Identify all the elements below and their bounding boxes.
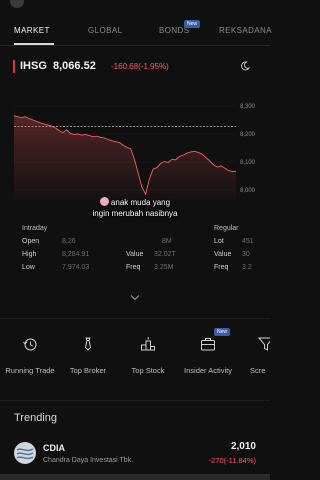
open-value: 8,26	[62, 238, 76, 245]
next-row-edge	[0, 474, 270, 480]
chandra-logo-icon	[16, 448, 34, 460]
trending-title: Trending	[14, 412, 58, 424]
new-badge: New	[184, 20, 201, 28]
lot-label: Lot	[214, 238, 224, 245]
low-value: 7,974.03	[62, 264, 90, 271]
avatar[interactable]	[10, 0, 24, 8]
moon-icon[interactable]	[240, 61, 250, 71]
menu-running-trade[interactable]: Running Trade	[2, 330, 58, 392]
stock-company: Chandra Daya Investasi Tbk.	[43, 457, 134, 464]
menu-screener[interactable]: Scre	[236, 330, 270, 392]
freq-label: Freq	[126, 264, 141, 271]
value-values: 32.02T 3.25M	[154, 248, 176, 274]
regular-header: Regular	[214, 225, 239, 232]
divider	[0, 318, 270, 319]
video-caption: anak muda yang ingin merubah nasibnya	[50, 197, 220, 219]
intraday-labels: Intraday Open High Low	[22, 222, 47, 274]
regular-labels: Regular Lot Value Freq	[214, 222, 239, 274]
index-stats: Intraday Open High Low 8,26 8,284.91 7,9…	[14, 222, 270, 284]
menu-label: Top Stock	[131, 366, 165, 375]
menu-label: Top Broker	[69, 366, 107, 375]
briefcase-icon	[201, 338, 215, 351]
menu-label: Insider Activity	[184, 366, 232, 375]
regular-freq-value: 3.2	[242, 264, 252, 271]
intraday-values: 8,26 8,284.91 7,974.03	[62, 235, 89, 274]
new-badge: New	[214, 328, 231, 336]
value-labels: Value Freq	[126, 248, 143, 274]
regular-value-label: Value	[214, 251, 232, 258]
low-label: Low	[22, 264, 35, 271]
value-value: 32.02T	[154, 251, 176, 258]
filter-icon	[258, 337, 270, 351]
index-name[interactable]: IHSG	[20, 60, 47, 72]
active-tab-indicator	[14, 43, 54, 45]
menu-insider-activity[interactable]: New Insider Activity	[180, 328, 236, 392]
tab-reksadana[interactable]: REKSADANA	[219, 26, 272, 35]
menu-label: Scre	[250, 366, 266, 375]
tab-global[interactable]: GLOBAL	[88, 26, 122, 35]
vol-value: 8M	[162, 238, 172, 245]
y-tick-label: 8,000	[240, 188, 256, 194]
divider	[0, 400, 270, 401]
lot-value: 451	[242, 238, 254, 245]
stock-change: -270(-11.84%)	[208, 456, 256, 465]
y-tick-label: 8,300	[240, 104, 256, 110]
trending-stock-row[interactable]: CDIA Chandra Daya Investasi Tbk. 2,010 -…	[0, 436, 270, 472]
intraday-header: Intraday	[22, 225, 48, 232]
volume-value: 8M	[162, 235, 172, 248]
stock-code: CDIA	[43, 443, 65, 453]
regular-value-value: 30	[242, 251, 250, 258]
high-value: 8,284.91	[62, 251, 90, 258]
high-label: High	[22, 251, 37, 258]
regular-freq-label: Freq	[214, 264, 229, 271]
tie-icon	[84, 337, 92, 351]
stock-price: 2,010	[230, 441, 256, 452]
regular-values: 451 30 3.2	[242, 235, 254, 274]
tab-market[interactable]: MARKET	[14, 26, 50, 35]
index-change: -160.68(-1.95%)	[111, 62, 169, 71]
value-label: Value	[126, 251, 144, 258]
podium-icon	[141, 337, 155, 351]
y-tick-label: 8,200	[240, 132, 256, 138]
chevron-down-icon[interactable]	[130, 294, 140, 301]
menu-top-stock[interactable]: Top Stock	[120, 330, 176, 392]
chart-area	[14, 115, 236, 204]
market-tabs: MARKET GLOBAL BONDS New REKSADANA	[0, 18, 272, 46]
index-indicator-bar	[13, 60, 15, 73]
y-tick-label: 8,100	[240, 160, 256, 166]
feature-menu: Running Trade Top Broker Top Stock New I…	[0, 328, 270, 392]
menu-top-broker[interactable]: Top Broker	[60, 330, 116, 392]
menu-label: Running Trade	[5, 366, 55, 375]
freq-value: 3.25M	[154, 264, 174, 271]
brain-emoji-icon	[99, 197, 109, 206]
index-value: 8,066.52	[53, 60, 96, 72]
open-label: Open	[22, 238, 40, 245]
caption-line-2: ingin merubah nasibnya	[92, 209, 178, 218]
caption-line-1: anak muda yang	[110, 198, 171, 207]
stock-logo	[14, 442, 36, 464]
history-icon	[23, 338, 37, 351]
top-bar	[0, 0, 270, 16]
index-header: IHSG 8,066.52 -160.68(-1.95%)	[0, 58, 270, 78]
